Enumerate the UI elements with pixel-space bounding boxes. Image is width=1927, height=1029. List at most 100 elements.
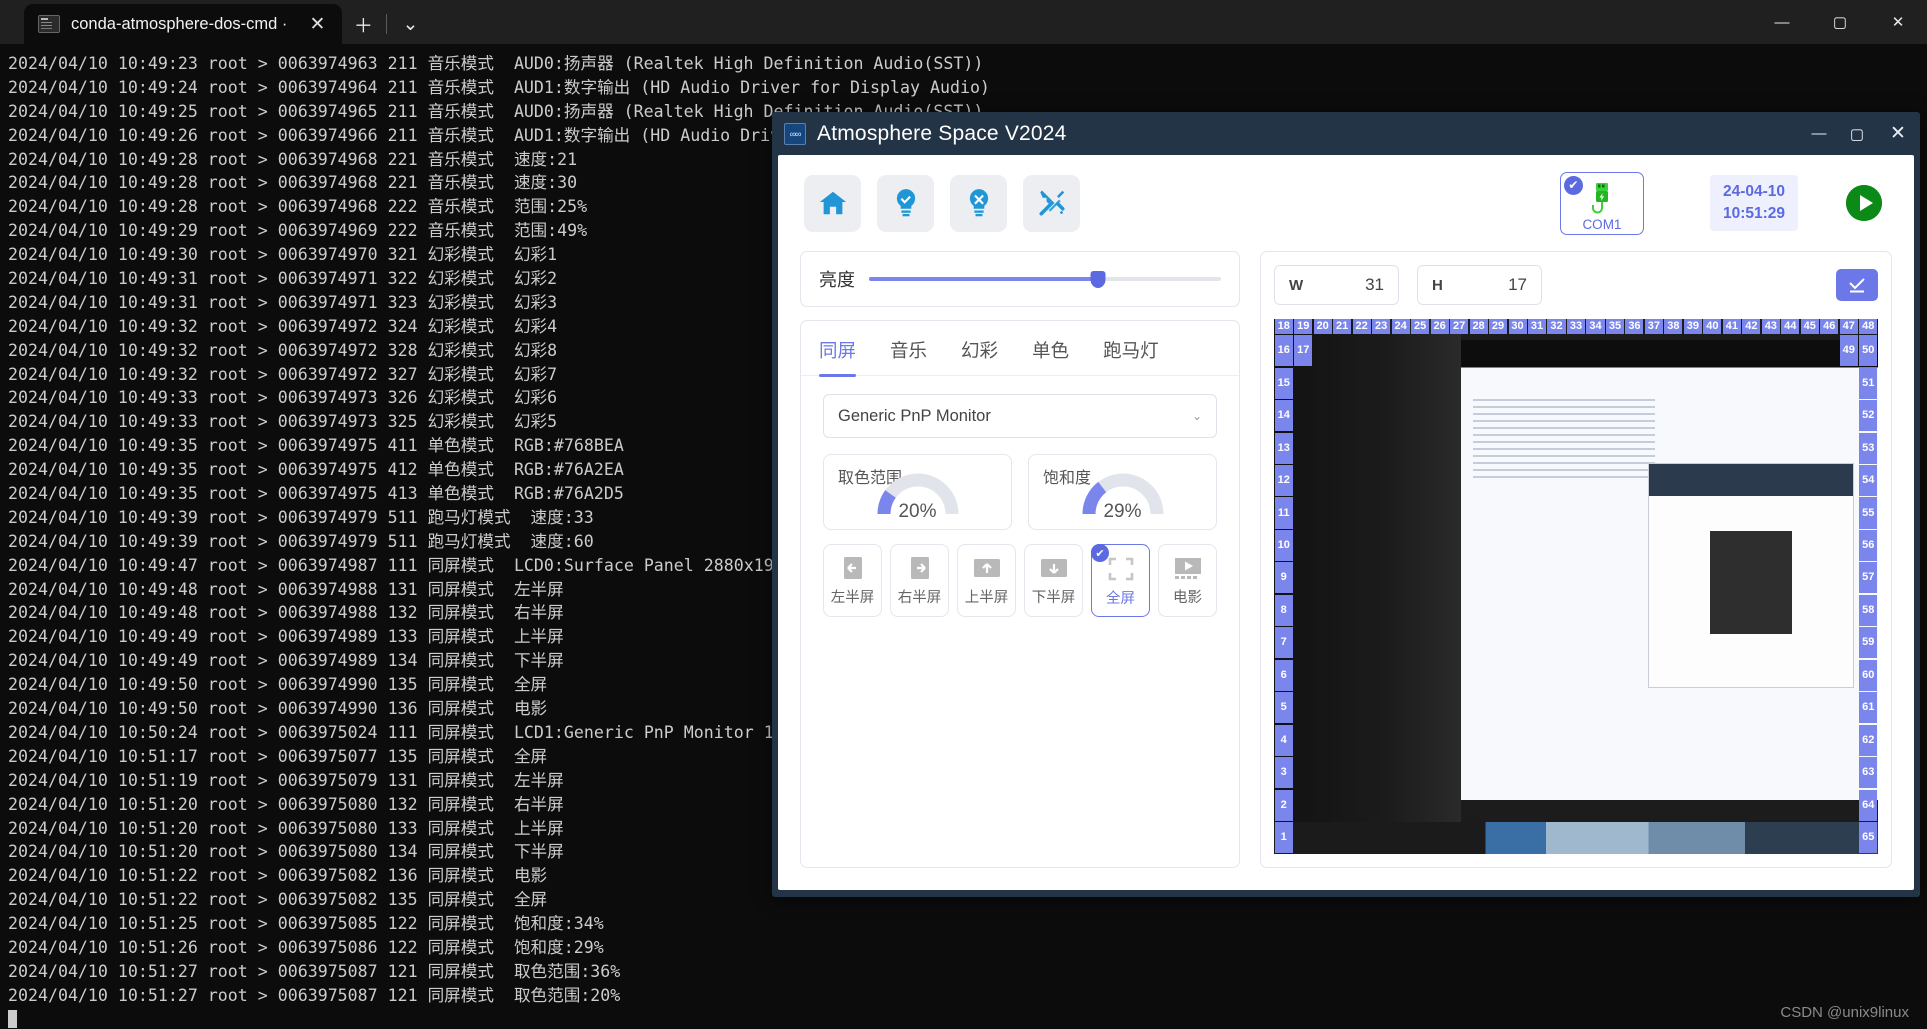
monitor-select[interactable]: Generic PnP Monitor ⌄: [823, 394, 1217, 438]
led-cell-left[interactable]: 16: [1274, 335, 1293, 367]
led-cell-left[interactable]: 4: [1274, 724, 1293, 756]
led-cell-right[interactable]: 51: [1859, 367, 1878, 399]
tab-4[interactable]: 单色: [1032, 337, 1069, 375]
led-cell-right[interactable]: 63: [1859, 757, 1878, 789]
tab-menu-chevron-down-icon[interactable]: ⌄: [389, 4, 431, 44]
led-cell-top[interactable]: 29: [1489, 319, 1508, 335]
led-cell-top[interactable]: 30: [1508, 319, 1527, 335]
tab-3[interactable]: 幻彩: [961, 337, 998, 375]
led-cell-top[interactable]: 19: [1294, 319, 1313, 335]
led-cell-left[interactable]: 13: [1274, 432, 1293, 464]
led-cell-top[interactable]: 38: [1664, 319, 1683, 335]
tab-5[interactable]: 跑马灯: [1103, 337, 1159, 375]
led-cell-top[interactable]: 27: [1450, 319, 1469, 335]
led-cell-right[interactable]: 56: [1859, 529, 1878, 561]
led-cell-left[interactable]: 10: [1274, 529, 1293, 561]
led-cell-top[interactable]: 31: [1527, 319, 1547, 335]
led-cell-top[interactable]: 22: [1352, 319, 1371, 335]
led-cell-right[interactable]: 62: [1859, 724, 1878, 756]
led-cell-right[interactable]: 52: [1859, 400, 1878, 432]
led-cell-top[interactable]: 43: [1761, 319, 1780, 335]
led-cell-left[interactable]: 8: [1274, 594, 1293, 626]
led-cell-right[interactable]: 58: [1859, 594, 1878, 626]
lamp-on-button[interactable]: [877, 174, 934, 232]
led-cell-top[interactable]: 46: [1820, 319, 1839, 335]
led-cell-left[interactable]: 15: [1274, 367, 1293, 399]
led-cell-top[interactable]: 23: [1372, 319, 1391, 335]
height-input[interactable]: H 17: [1417, 265, 1542, 305]
led-cell-left[interactable]: 12: [1274, 465, 1293, 497]
tab-close-icon[interactable]: ✕: [304, 15, 330, 34]
led-cell-left[interactable]: 5: [1274, 692, 1293, 724]
led-cell-top[interactable]: 40: [1703, 319, 1722, 335]
minimize-button[interactable]: —: [1753, 0, 1811, 44]
led-cell-top[interactable]: 33: [1566, 319, 1586, 335]
led-cell-left[interactable]: 6: [1274, 659, 1293, 691]
led-cell-top[interactable]: 35: [1605, 319, 1624, 335]
led-cell-top[interactable]: 37: [1644, 319, 1663, 335]
com-port-button[interactable]: ✔ COM1: [1559, 171, 1644, 235]
led-cell-top[interactable]: 47: [1839, 319, 1858, 335]
lamp-off-button[interactable]: [950, 174, 1007, 232]
led-cell-left[interactable]: 1: [1274, 822, 1293, 854]
led-cell-top[interactable]: 41: [1722, 319, 1741, 335]
led-cell-top[interactable]: 45: [1800, 319, 1819, 335]
led-preview[interactable]: 18 19 20 21 22 23 24 25 26 27 28 29 30 31 32 33 34 35 36 37…: [1274, 319, 1878, 854]
terminal-tab[interactable]: conda-atmosphere-dos-cmd · ✕: [24, 4, 343, 44]
preset-4[interactable]: 下半屏: [1024, 544, 1083, 617]
tools-button[interactable]: [1023, 174, 1080, 232]
led-cell-right[interactable]: 57: [1859, 562, 1878, 594]
led-cell-top[interactable]: 39: [1683, 319, 1702, 335]
preset-2[interactable]: 右半屏: [890, 544, 949, 617]
tab-2[interactable]: 音乐: [890, 337, 927, 375]
new-tab-button[interactable]: ＋: [342, 4, 384, 44]
led-cell-right[interactable]: 49: [1839, 335, 1858, 367]
led-cell-top[interactable]: 34: [1586, 319, 1605, 335]
preset-6[interactable]: 电影: [1158, 544, 1217, 617]
atmos-maximize-button[interactable]: ▢: [1838, 112, 1876, 155]
led-cell-left[interactable]: 17: [1294, 335, 1313, 367]
led-cell-left[interactable]: 14: [1274, 400, 1293, 432]
apply-button[interactable]: [1836, 269, 1878, 301]
led-cell-left[interactable]: 2: [1274, 789, 1293, 821]
gauge-2[interactable]: 饱和度 29%: [1028, 454, 1217, 530]
preset-5[interactable]: ✔ 全屏: [1091, 544, 1150, 617]
led-cell-left[interactable]: 9: [1274, 562, 1293, 594]
led-cell-top[interactable]: 26: [1430, 319, 1449, 335]
preset-1[interactable]: 左半屏: [823, 544, 882, 617]
atmos-close-button[interactable]: ✕: [1876, 112, 1920, 155]
play-button[interactable]: [1846, 185, 1882, 221]
led-cell-top[interactable]: 24: [1391, 319, 1410, 335]
brightness-slider[interactable]: [869, 270, 1221, 288]
led-cell-top[interactable]: 42: [1742, 319, 1761, 335]
led-cell-top[interactable]: 48: [1859, 319, 1878, 335]
led-cell-right[interactable]: 65: [1859, 822, 1878, 854]
preset-3[interactable]: 上半屏: [957, 544, 1016, 617]
slider-thumb[interactable]: [1090, 270, 1106, 288]
led-cell-right[interactable]: 55: [1859, 497, 1878, 529]
led-cell-top[interactable]: 32: [1547, 319, 1566, 335]
led-cell-right[interactable]: 54: [1859, 465, 1878, 497]
close-button[interactable]: ✕: [1869, 0, 1927, 44]
maximize-button[interactable]: ▢: [1811, 0, 1869, 44]
led-cell-top[interactable]: 36: [1625, 319, 1644, 335]
led-cell-top[interactable]: 20: [1313, 319, 1332, 335]
led-cell-top[interactable]: 44: [1781, 319, 1800, 335]
led-cell-right[interactable]: 64: [1859, 789, 1878, 821]
led-cell-right[interactable]: 61: [1859, 692, 1878, 724]
led-cell-left[interactable]: 3: [1274, 757, 1293, 789]
led-cell-right[interactable]: 53: [1859, 432, 1878, 464]
led-cell-right[interactable]: 50: [1859, 335, 1878, 367]
led-cell-left[interactable]: 7: [1274, 627, 1293, 659]
led-cell-top[interactable]: 21: [1333, 319, 1352, 335]
gauge-1[interactable]: 取色范围 20%: [823, 454, 1012, 530]
tab-1[interactable]: 同屏: [819, 337, 857, 377]
led-cell-right[interactable]: 60: [1859, 659, 1878, 691]
led-cell-top[interactable]: 18: [1274, 319, 1293, 335]
atmos-minimize-button[interactable]: —: [1800, 112, 1838, 155]
led-cell-top[interactable]: 25: [1411, 319, 1430, 335]
width-input[interactable]: W 31: [1274, 265, 1399, 305]
home-button[interactable]: [804, 174, 861, 232]
led-cell-top[interactable]: 28: [1469, 319, 1488, 335]
led-cell-left[interactable]: 11: [1274, 497, 1293, 529]
